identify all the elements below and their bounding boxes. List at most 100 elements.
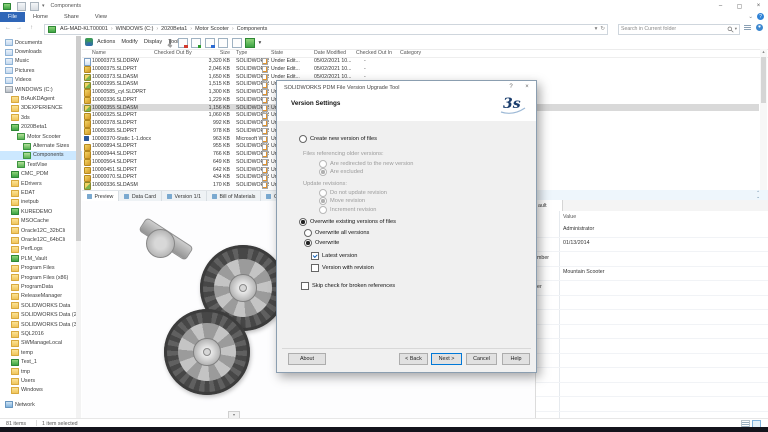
card-tab[interactable]: ault xyxy=(536,200,563,211)
about-button[interactable]: About xyxy=(288,353,326,365)
sidebar-item-solidworks-data[interactable]: SOLIDWORKS Data xyxy=(0,301,83,310)
checkin-icon[interactable] xyxy=(191,38,201,48)
sidebar-item-pictures[interactable]: Pictures xyxy=(0,66,80,75)
dropdown-icon[interactable]: ▾ xyxy=(259,39,262,47)
sidebar-item-solidworks-data-3[interactable]: SOLIDWORKS Data (3) xyxy=(0,320,83,329)
toolbar-menu-actions[interactable]: Actions xyxy=(97,39,115,45)
checkout-icon[interactable] xyxy=(178,38,188,48)
address-bar[interactable]: AG-MAD-KLT00001›WINDOWS (C:)›2020Beta1›M… xyxy=(44,24,608,36)
ribbon-collapse-icon[interactable]: ⌄ xyxy=(748,14,753,20)
overwrite-radio[interactable]: Overwrite xyxy=(304,239,339,247)
increment-revision-radio[interactable]: Increment revision xyxy=(319,206,376,214)
sidebar-item-sql2016[interactable]: SQL2016 xyxy=(0,329,83,338)
quick-access-icon-1[interactable] xyxy=(17,2,26,11)
toolbar-menu-display[interactable]: Display xyxy=(144,39,162,45)
skip-check-for-broken-references-checkbox[interactable]: Skip check for broken references xyxy=(301,282,395,290)
column-header-date-modified[interactable]: Date Modified xyxy=(314,50,346,56)
refresh-icon[interactable]: ↻ xyxy=(600,26,605,32)
ribbon-tab-share[interactable]: Share xyxy=(56,12,87,22)
back-button[interactable]: < Back xyxy=(399,353,428,365)
sidebar-item-plm-vault[interactable]: PLM_Vault xyxy=(0,254,83,263)
breadcrumb-item-motor-scooter[interactable]: Motor Scooter xyxy=(193,26,231,32)
search-input[interactable] xyxy=(619,25,727,33)
overwrite-existing-versions-of-files-radio[interactable]: Overwrite existing versions of files xyxy=(299,218,396,226)
sidebar-item-downloads[interactable]: Downloads xyxy=(0,47,80,56)
help-icon[interactable]: ? xyxy=(757,13,764,20)
sidebar-item-msocache[interactable]: MSOCache xyxy=(0,217,83,226)
sidebar-item-3ds[interactable]: 3ds xyxy=(0,113,83,122)
forward-icon[interactable]: → xyxy=(16,25,22,31)
sidebar-scrollbar[interactable] xyxy=(76,36,81,418)
sidebar-scrollbar-thumb[interactable] xyxy=(76,36,81,241)
overwrite-all-versions-radio[interactable]: Overwrite all versions xyxy=(304,229,369,237)
sidebar-item-test-1[interactable]: Test_1 xyxy=(0,358,83,367)
ribbon-tab-view[interactable]: View xyxy=(87,12,115,22)
create-new-version-of-files-radio[interactable]: Create new version of files xyxy=(299,135,377,143)
move-revision-radio[interactable]: Move revision xyxy=(319,197,365,205)
ribbon-tab-home[interactable]: Home xyxy=(25,12,56,22)
sidebar-item-oracle12c-32bcli[interactable]: Oracle12C_32bCli xyxy=(0,226,83,235)
sidebar-item-motor-scooter[interactable]: Motor Scooter xyxy=(0,132,83,141)
user-icon[interactable] xyxy=(756,24,763,31)
sidebar-item-windows-c[interactable]: WINDOWS (C:) xyxy=(0,85,80,94)
breadcrumb-item-components[interactable]: Components xyxy=(235,26,270,32)
sidebar-item-testvise[interactable]: TestVise xyxy=(0,160,83,169)
document2-icon[interactable] xyxy=(232,38,242,48)
file-row-10000373-slddrw[interactable]: 10000373.SLDDRW3,320 KBSOLIDWORKS...Unde… xyxy=(82,57,759,65)
column-header-category[interactable]: Category xyxy=(400,50,421,56)
sidebar-item-videos[interactable]: Videos xyxy=(0,76,80,85)
column-header-checked-out-in[interactable]: Checked Out In xyxy=(356,50,392,56)
sidebar-item-windows[interactable]: Windows xyxy=(0,386,83,395)
vaultbox-icon[interactable] xyxy=(245,38,255,48)
sidebar-item-swmanagelocal[interactable]: SWManageLocal xyxy=(0,339,83,348)
search-box[interactable]: ▾ xyxy=(618,24,740,36)
file-list-scrollbar-thumb[interactable] xyxy=(761,57,766,103)
search-settings-icon[interactable] xyxy=(744,24,751,31)
sidebar-item-program-files-x86[interactable]: Program Files (x86) xyxy=(0,273,83,282)
sidebar-item-program-files[interactable]: Program Files xyxy=(0,264,83,273)
sidebar-item-3dexperience[interactable]: 3DEXPERIENCE xyxy=(0,104,83,113)
back-icon[interactable]: ← xyxy=(5,25,11,31)
breadcrumb-item-2020beta1[interactable]: 2020Beta1 xyxy=(159,26,189,32)
next-button[interactable]: Next > xyxy=(431,353,462,365)
sidebar-item-oracle12c-64bcli[interactable]: Oracle12C_64bCli xyxy=(0,235,83,244)
do-not-update-revision-radio[interactable]: Do not update revision xyxy=(319,189,387,197)
column-header-size[interactable]: Size xyxy=(186,50,230,56)
quick-access-dropdown-icon[interactable]: ▾ xyxy=(42,3,45,9)
sidebar-item-perflogs[interactable]: PerfLogs xyxy=(0,245,83,254)
latest-version-checkbox[interactable]: Latest version xyxy=(311,252,357,260)
sidebar-item-solidworks-data-2[interactable]: SOLIDWORKS Data (2) xyxy=(0,311,83,320)
pin-icon[interactable] xyxy=(166,39,174,47)
sidebar-item-network[interactable]: Network xyxy=(0,400,80,409)
sidebar-item-edrivers[interactable]: EDrivers xyxy=(0,179,83,188)
sidebar-item-tmp[interactable]: tmp xyxy=(0,367,83,376)
column-header-state[interactable]: State xyxy=(271,50,283,56)
cancel-button[interactable]: Cancel xyxy=(466,353,497,365)
window-close-button[interactable]: × xyxy=(749,0,768,12)
window-minimize-button[interactable]: – xyxy=(711,0,730,12)
sidebar-item-music[interactable]: Music xyxy=(0,57,80,66)
column-header-type[interactable]: Type xyxy=(236,50,247,56)
sidebar-item-releasemanager[interactable]: ReleaseManager xyxy=(0,292,83,301)
sidebar-item-documents[interactable]: Documents xyxy=(0,38,80,47)
sidebar-item-alternate-sizes[interactable]: Alternate Sizes xyxy=(0,141,83,150)
sidebar-item-users[interactable]: Users xyxy=(0,376,83,385)
sidebar-item-edat[interactable]: EDAT xyxy=(0,188,83,197)
sidebar-item-programdata[interactable]: ProgramData xyxy=(0,282,83,291)
are-redirected-to-the-new-version-radio[interactable]: Are redirected to the new version xyxy=(319,160,413,168)
up-icon[interactable]: ↑ xyxy=(30,25,33,31)
toolbar-menu-modify[interactable]: Modify xyxy=(121,39,137,45)
file-row-10000375-sldprt[interactable]: 10000375.SLDPRT2,046 KBSOLIDWORKS...Unde… xyxy=(82,65,759,73)
version-with-revision-checkbox[interactable]: Version with revision xyxy=(311,264,374,272)
window-maximize-button[interactable]: ▢ xyxy=(730,0,749,12)
getlatest-icon[interactable] xyxy=(205,38,215,48)
search-dropdown-icon[interactable]: ▾ xyxy=(735,26,737,32)
document-icon[interactable] xyxy=(218,38,228,48)
sidebar-item-inetpub[interactable]: inetpub xyxy=(0,198,83,207)
address-dropdown-icon[interactable]: ▾ xyxy=(595,26,598,32)
file-list-scrollbar[interactable]: ▴ xyxy=(760,49,767,190)
breadcrumb-item-ag-mad-klt00001[interactable]: AG-MAD-KLT00001 xyxy=(58,26,110,32)
sidebar-item-components[interactable]: Components xyxy=(0,151,83,160)
sidebar-item-cmc-pdm[interactable]: CMC_PDM xyxy=(0,170,83,179)
are-excluded-radio[interactable]: Are excluded xyxy=(319,168,363,176)
